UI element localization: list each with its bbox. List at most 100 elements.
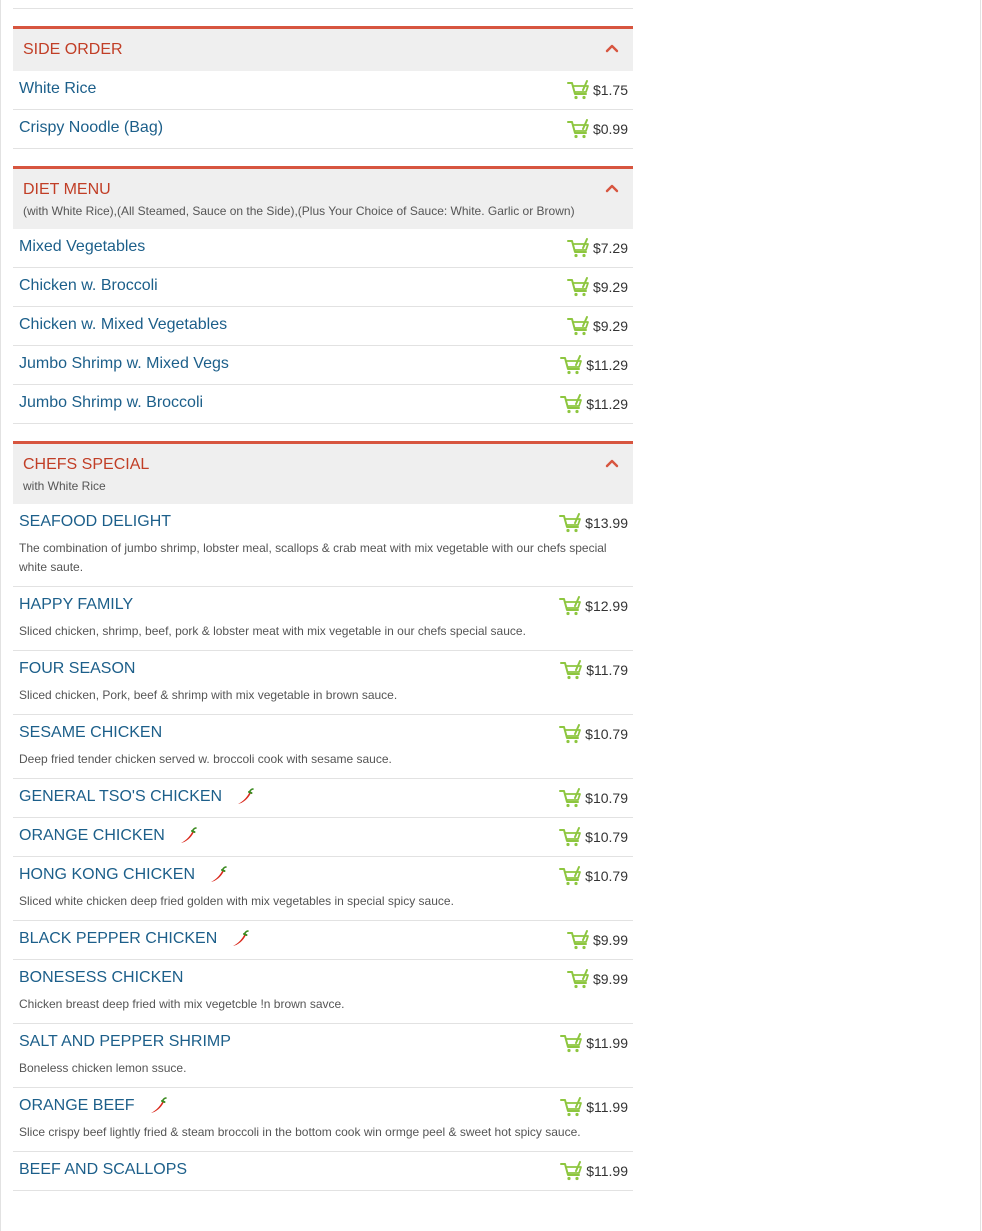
shopping-cart-icon[interactable] [560,1097,583,1117]
menu-item-name-text[interactable]: BEEF AND SCALLOPS [19,1160,187,1180]
chili-pepper-icon [180,827,197,843]
menu-item-name[interactable]: Jumbo Shrimp w. Mixed Vegs [19,354,229,374]
menu-item-name[interactable]: ORANGE CHICKEN [19,826,197,846]
shopping-cart-icon[interactable] [560,1033,583,1053]
add-to-cart-button[interactable]: $7.29 [566,238,628,258]
menu-item-description: Deep fried tender chicken served w. broc… [19,752,392,766]
add-to-cart-button[interactable]: $11.99 [560,1161,628,1181]
add-to-cart-button[interactable]: $13.99 [559,513,628,533]
menu-category: SIDE ORDER White Rice $1.75 Crispy Noodle (… [13,26,633,149]
shopping-cart-icon[interactable] [560,1161,583,1181]
shopping-cart-icon[interactable] [559,596,582,616]
chevron-up-icon[interactable] [605,41,619,55]
add-to-cart-button[interactable]: $9.99 [566,969,628,989]
menu-item-name[interactable]: Crispy Noodle (Bag) [19,118,163,138]
menu-item-name[interactable]: Jumbo Shrimp w. Broccoli [19,393,203,413]
add-to-cart-button[interactable]: $10.79 [559,724,628,744]
shopping-cart-icon[interactable] [560,355,583,375]
menu-item-name[interactable]: ORANGE BEEF [19,1096,167,1116]
add-to-cart-button[interactable]: $9.29 [566,277,628,297]
shopping-cart-icon[interactable] [559,866,582,886]
menu-item-name-text[interactable]: Crispy Noodle (Bag) [19,118,163,138]
shopping-cart-icon[interactable] [560,660,583,680]
menu-item-price: $10.79 [585,726,628,742]
menu-item-name-text[interactable]: BLACK PEPPER CHICKEN [19,929,217,949]
shopping-cart-icon[interactable] [566,316,590,336]
add-to-cart-button[interactable]: $9.99 [566,930,628,950]
menu-item-name[interactable]: SEAFOOD DELIGHT [19,512,171,532]
menu-item-name[interactable]: BONESESS CHICKEN [19,968,183,988]
chevron-up-icon[interactable] [605,181,619,195]
menu-item-name-text[interactable]: Chicken w. Broccoli [19,276,158,296]
menu-list: SIDE ORDER White Rice $1.75 Crispy Noodle (… [13,0,633,1191]
shopping-cart-icon[interactable] [566,119,590,139]
menu-item-name-text[interactable]: ORANGE CHICKEN [19,826,165,846]
menu-item-name-text[interactable]: Jumbo Shrimp w. Broccoli [19,393,203,413]
menu-item-name-text[interactable]: Jumbo Shrimp w. Mixed Vegs [19,354,229,374]
menu-item-name-text[interactable]: Mixed Vegetables [19,237,145,257]
menu-item-name[interactable]: Mixed Vegetables [19,237,145,257]
add-to-cart-button[interactable]: $11.79 [560,660,628,680]
menu-item-name[interactable]: SESAME CHICKEN [19,723,162,743]
menu-item: SALT AND PEPPER SHRIMP $11.99 Boneless chi… [13,1024,633,1088]
shopping-cart-icon[interactable] [560,394,583,414]
menu-item-name-text[interactable]: FOUR SEASON [19,659,135,679]
menu-category: CHEFS SPECIAL with White Rice SEAFOOD DELI… [13,441,633,1191]
menu-item-name-text[interactable]: SESAME CHICKEN [19,723,162,743]
add-to-cart-button[interactable]: $9.29 [566,316,628,336]
shopping-cart-icon[interactable] [566,969,590,989]
shopping-cart-icon[interactable] [566,80,590,100]
menu-item: Chicken w. Mixed Vegetables $9.29 [13,307,633,346]
shopping-cart-icon[interactable] [566,277,590,297]
menu-item-name[interactable]: HAPPY FAMILY [19,595,133,615]
menu-item-price: $9.29 [592,279,628,295]
add-to-cart-button[interactable]: $0.99 [566,119,628,139]
add-to-cart-button[interactable]: $10.79 [559,788,628,808]
add-to-cart-button[interactable]: $11.99 [560,1033,628,1053]
add-to-cart-button[interactable]: $11.29 [560,355,628,375]
menu-item-price: $9.99 [592,971,628,987]
shopping-cart-icon[interactable] [559,788,582,808]
add-to-cart-button[interactable]: $10.79 [559,866,628,886]
category-header[interactable]: DIET MENU (with White Rice),(All Steamed,… [13,166,633,229]
menu-item-name[interactable]: FOUR SEASON [19,659,135,679]
menu-item: Crispy Noodle (Bag) $0.99 [13,110,633,149]
menu-item-name-text[interactable]: ORANGE BEEF [19,1096,135,1116]
menu-item: SEAFOOD DELIGHT $13.99 The combination of … [13,504,633,587]
add-to-cart-button[interactable]: $12.99 [559,596,628,616]
chevron-up-icon[interactable] [605,456,619,470]
add-to-cart-button[interactable]: $10.79 [559,827,628,847]
menu-item-name[interactable]: Chicken w. Mixed Vegetables [19,315,227,335]
add-to-cart-button[interactable]: $11.29 [560,394,628,414]
shopping-cart-icon[interactable] [566,238,590,258]
menu-item-name[interactable]: BEEF AND SCALLOPS [19,1160,187,1180]
menu-item-price: $11.99 [586,1163,628,1179]
menu-item-name[interactable]: BLACK PEPPER CHICKEN [19,929,250,949]
menu-item-name[interactable]: HONG KONG CHICKEN [19,865,227,885]
menu-item-name[interactable]: Chicken w. Broccoli [19,276,158,296]
menu-item-name[interactable]: GENERAL TSO'S CHICKEN [19,787,254,807]
menu-item-name-text[interactable]: White Rice [19,79,96,99]
menu-item-description: Sliced chicken, Pork, beef & shrimp with… [19,688,398,702]
menu-item-description: The combination of jumbo shrimp, lobster… [19,541,607,574]
menu-item: Jumbo Shrimp w. Mixed Vegs $11.29 [13,346,633,385]
shopping-cart-icon[interactable] [566,930,590,950]
menu-item-name[interactable]: SALT AND PEPPER SHRIMP [19,1032,231,1052]
add-to-cart-button[interactable]: $1.75 [566,80,628,100]
category-header[interactable]: CHEFS SPECIAL with White Rice [13,441,633,504]
menu-item-name-text[interactable]: HONG KONG CHICKEN [19,865,195,885]
shopping-cart-icon[interactable] [559,827,582,847]
menu-item-name-text[interactable]: BONESESS CHICKEN [19,968,183,988]
add-to-cart-button[interactable]: $11.99 [560,1097,628,1117]
menu-item-name[interactable]: White Rice [19,79,96,99]
category-header[interactable]: SIDE ORDER [13,26,633,71]
menu-item-name-text[interactable]: HAPPY FAMILY [19,595,133,615]
chili-pepper-icon [233,930,250,946]
menu-item-name-text[interactable]: Chicken w. Mixed Vegetables [19,315,227,335]
menu-item-name-text[interactable]: GENERAL TSO'S CHICKEN [19,787,222,807]
shopping-cart-icon[interactable] [559,724,582,744]
menu-item-name-text[interactable]: SALT AND PEPPER SHRIMP [19,1032,231,1052]
menu-item-name-text[interactable]: SEAFOOD DELIGHT [19,512,171,532]
shopping-cart-icon[interactable] [559,513,582,533]
menu-item: Jumbo Shrimp w. Broccoli $11.29 [13,385,633,424]
